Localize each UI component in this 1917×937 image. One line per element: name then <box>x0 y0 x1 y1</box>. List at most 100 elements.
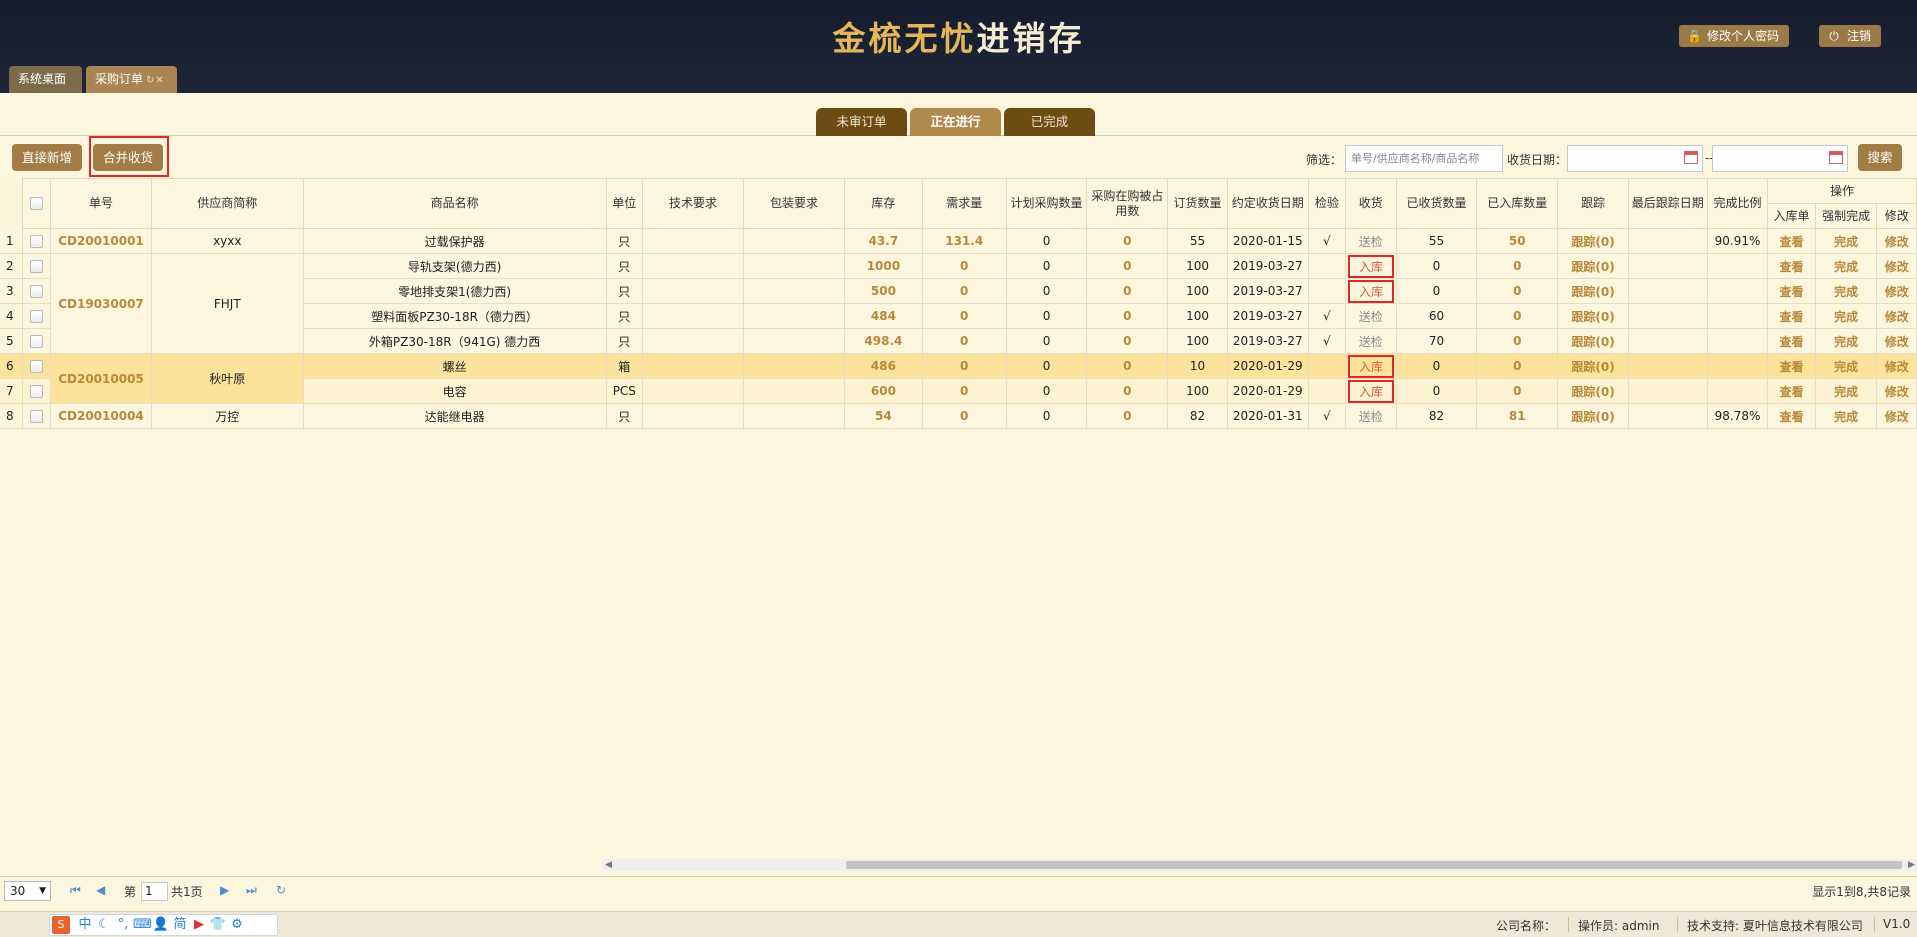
select-all-checkbox[interactable] <box>21 178 52 229</box>
col-received-qty[interactable]: 已收货数量 <box>1395 178 1478 229</box>
scroll-right-icon[interactable]: ▶ <box>1908 859 1915 871</box>
receive-link[interactable]: 入库 <box>1345 253 1397 279</box>
view-link[interactable]: 查看 <box>1767 353 1816 379</box>
col-stock[interactable]: 库存 <box>844 178 923 229</box>
col-completion-ratio[interactable]: 完成比例 <box>1706 178 1769 229</box>
send-inspect-link[interactable]: 送检 <box>1345 303 1397 329</box>
force-complete-link[interactable]: 完成 <box>1814 303 1878 329</box>
col-force-complete[interactable]: 强制完成 <box>1814 203 1878 229</box>
order-no-link[interactable]: CD20010004 <box>49 403 153 429</box>
force-complete-link[interactable]: 完成 <box>1814 278 1878 304</box>
col-tracking[interactable]: 跟踪 <box>1557 178 1629 229</box>
view-link[interactable]: 查看 <box>1767 278 1816 304</box>
edit-link[interactable]: 修改 <box>1876 328 1917 354</box>
force-complete-link[interactable]: 完成 <box>1814 253 1878 279</box>
force-complete-link[interactable]: 完成 <box>1814 328 1878 354</box>
edit-link[interactable]: 修改 <box>1876 228 1917 254</box>
force-complete-link[interactable]: 完成 <box>1814 378 1878 404</box>
view-link[interactable]: 查看 <box>1767 403 1816 429</box>
tab-in-progress[interactable]: 正在进行 <box>910 108 1001 136</box>
row-checkbox[interactable] <box>21 378 52 404</box>
change-password-button[interactable]: 🔒 修改个人密码 <box>1679 25 1790 47</box>
shirt-icon[interactable]: 👕 <box>209 916 227 934</box>
next-page-icon[interactable]: ▶ <box>220 883 229 897</box>
tracking-link[interactable]: 跟踪(0) <box>1557 278 1629 304</box>
order-no-link[interactable]: CD20010005 <box>49 353 153 404</box>
order-no-link[interactable]: CD19030007 <box>49 253 153 354</box>
col-demand[interactable]: 需求量 <box>921 178 1007 229</box>
col-inbound-doc[interactable]: 入库单 <box>1767 203 1816 229</box>
row-checkbox[interactable] <box>21 353 52 379</box>
col-inspection[interactable]: 检验 <box>1307 178 1347 229</box>
row-checkbox[interactable] <box>21 303 52 329</box>
view-link[interactable]: 查看 <box>1767 253 1816 279</box>
col-occupied-qty[interactable]: 采购在购被占用数 <box>1086 178 1169 229</box>
close-icon[interactable]: ✕ <box>155 75 163 86</box>
tracking-link[interactable]: 跟踪(0) <box>1557 328 1629 354</box>
order-no-link[interactable]: CD20010001 <box>49 228 153 254</box>
simplified-icon[interactable]: 简 <box>171 916 189 934</box>
refresh-icon[interactable]: ↻ <box>276 883 286 897</box>
col-edit[interactable]: 修改 <box>1876 203 1917 229</box>
row-checkbox[interactable] <box>21 278 52 304</box>
filter-input[interactable]: 单号/供应商名称/商品名称 <box>1345 145 1503 172</box>
row-checkbox[interactable] <box>21 328 52 354</box>
view-link[interactable]: 查看 <box>1767 328 1816 354</box>
tab-unapproved[interactable]: 未审订单 <box>816 108 907 136</box>
scroll-left-icon[interactable]: ◀ <box>605 859 612 871</box>
tracking-link[interactable]: 跟踪(0) <box>1557 353 1629 379</box>
edit-link[interactable]: 修改 <box>1876 378 1917 404</box>
user-icon[interactable]: 👤 <box>152 916 170 934</box>
search-button[interactable]: 搜索 <box>1858 144 1902 171</box>
send-inspect-link[interactable]: 送检 <box>1345 403 1397 429</box>
col-supplier[interactable]: 供应商简称 <box>151 178 304 229</box>
keyboard-icon[interactable]: ⌨ <box>133 916 152 934</box>
date-from-input[interactable] <box>1567 145 1703 172</box>
table-row[interactable]: 1 CD20010001 xyxx 过载保护器 只 43.7 131.4 0 0… <box>0 228 1917 254</box>
add-new-button[interactable]: 直接新增 <box>12 144 82 171</box>
page-number-input[interactable]: 1 <box>141 882 168 901</box>
col-product-name[interactable]: 商品名称 <box>302 178 607 229</box>
send-inspect-link[interactable]: 送检 <box>1345 228 1397 254</box>
date-to-input[interactable] <box>1712 145 1848 172</box>
col-last-track-date[interactable]: 最后跟踪日期 <box>1627 178 1708 229</box>
table-row-selected[interactable]: 6 CD20010005 秋叶原 螺丝 箱 486 0 0 0 10 2020-… <box>0 353 1917 404</box>
tracking-link[interactable]: 跟踪(0) <box>1557 403 1629 429</box>
refresh-icon[interactable]: ↻ <box>146 75 154 86</box>
receive-link[interactable]: 入库 <box>1345 278 1397 304</box>
settings-gear-icon[interactable]: ⚙ <box>228 916 246 934</box>
sogou-logo-icon[interactable]: S <box>52 916 70 934</box>
tab-purchase-order[interactable]: 采购订单 ↻✕ <box>86 66 177 93</box>
row-checkbox[interactable] <box>21 253 52 279</box>
send-inspect-link[interactable]: 送检 <box>1345 328 1397 354</box>
col-agreed-date[interactable]: 约定收货日期 <box>1226 178 1309 229</box>
ime-toolbar[interactable]: S 中 ☾ °, ⌨ 👤 简 ▶ 👕 ⚙ <box>49 914 278 936</box>
table-row[interactable]: 8 CD20010004 万控 达能继电器 只 54 0 0 0 82 2020… <box>0 403 1917 429</box>
col-order-no[interactable]: 单号 <box>49 178 153 229</box>
edit-link[interactable]: 修改 <box>1876 278 1917 304</box>
tab-completed[interactable]: 已完成 <box>1004 108 1095 136</box>
receive-link[interactable]: 入库 <box>1345 353 1397 379</box>
col-receive[interactable]: 收货 <box>1345 178 1397 229</box>
row-checkbox[interactable] <box>21 403 52 429</box>
col-stored-qty[interactable]: 已入库数量 <box>1476 178 1559 229</box>
prev-page-icon[interactable]: ◀ <box>96 883 105 897</box>
view-link[interactable]: 查看 <box>1767 228 1816 254</box>
edit-link[interactable]: 修改 <box>1876 253 1917 279</box>
video-icon[interactable]: ▶ <box>190 916 208 934</box>
force-complete-link[interactable]: 完成 <box>1814 228 1878 254</box>
last-page-icon[interactable]: ⏭ <box>246 883 257 898</box>
chinese-mode-icon[interactable]: 中 <box>76 916 94 934</box>
tracking-link[interactable]: 跟踪(0) <box>1557 228 1629 254</box>
col-pack-req[interactable]: 包装要求 <box>742 178 846 229</box>
logout-button[interactable]: ⏻ 注销 <box>1819 25 1882 47</box>
edit-link[interactable]: 修改 <box>1876 403 1917 429</box>
punctuation-icon[interactable]: °, <box>114 916 132 934</box>
force-complete-link[interactable]: 完成 <box>1814 403 1878 429</box>
calendar-icon[interactable] <box>1684 151 1698 164</box>
horizontal-scrollbar[interactable]: ◀ ▶ <box>603 859 1917 871</box>
edit-link[interactable]: 修改 <box>1876 303 1917 329</box>
tab-desktop[interactable]: 系统桌面 <box>9 66 82 93</box>
first-page-icon[interactable]: ⏮ <box>70 883 81 898</box>
col-unit[interactable]: 单位 <box>605 178 643 229</box>
